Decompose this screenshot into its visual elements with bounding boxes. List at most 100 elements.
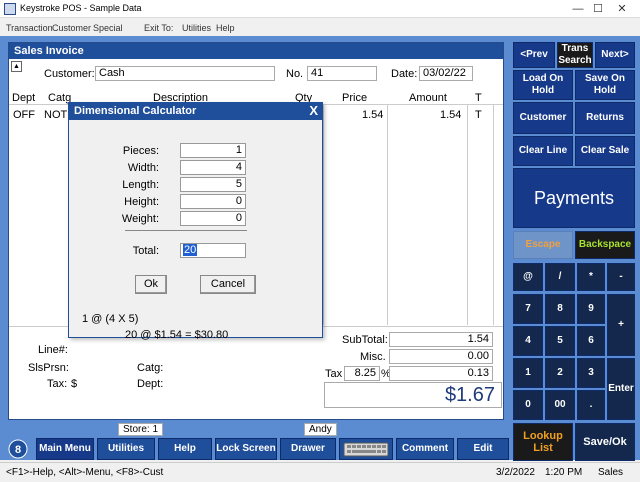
drawer-button[interactable]: Drawer (280, 438, 336, 460)
row-price: 1.54 (362, 109, 384, 121)
tax-rate-field[interactable]: 8.25 (344, 366, 380, 381)
key-divide[interactable]: / (545, 263, 575, 291)
key-minus[interactable]: - (607, 263, 635, 291)
menu-transaction[interactable]: Transaction (6, 23, 53, 33)
weight-field[interactable]: 0 (180, 211, 246, 226)
title-bar: Keystroke POS - Sample Data — ☐ ✕ (0, 0, 640, 18)
line-number-label: Line#: (38, 344, 68, 356)
save-on-hold-button[interactable]: Save On Hold (575, 70, 635, 100)
cancel-button[interactable]: Cancel (200, 275, 256, 294)
col-divider-1 (323, 105, 324, 325)
close-window-button[interactable]: ✕ (612, 1, 632, 17)
trans-search-button[interactable]: Trans Search (557, 42, 593, 68)
menu-utilities[interactable]: Utilities (182, 23, 211, 33)
dialog-separator (125, 230, 247, 231)
backspace-button[interactable]: Backspace (575, 231, 635, 259)
menu-help[interactable]: Help (216, 23, 235, 33)
key-enter[interactable]: Enter (607, 358, 635, 420)
window-title: Keystroke POS - Sample Data (20, 3, 142, 13)
pieces-field[interactable]: 1 (180, 143, 246, 158)
key-6[interactable]: 6 (577, 326, 605, 356)
col-amount: Amount (409, 92, 447, 104)
salesperson-label: SlsPrsn: (28, 362, 69, 374)
customer-label: Customer: (44, 68, 95, 80)
key-multiply[interactable]: * (577, 263, 605, 291)
col-divider-2 (387, 105, 388, 325)
payments-button[interactable]: Payments (513, 168, 635, 228)
col-t: T (475, 92, 482, 104)
key-5[interactable]: 5 (545, 326, 575, 356)
load-on-hold-button[interactable]: Load On Hold (513, 70, 573, 100)
status-date: 3/2/2022 (496, 467, 535, 478)
save-ok-button[interactable]: Save/Ok (575, 423, 635, 461)
formula-line-1: 1 @ (4 X 5) (82, 313, 139, 325)
tax-symbol: $ (71, 378, 78, 390)
invoice-number-field[interactable]: 41 (307, 66, 377, 81)
svg-text:8: 8 (15, 444, 21, 456)
comment-button[interactable]: Comment (396, 438, 454, 460)
main-menu-button[interactable]: Main Menu (36, 438, 94, 460)
key-4[interactable]: 4 (513, 326, 543, 356)
lookup-list-button[interactable]: Lookup List (513, 423, 573, 461)
dialog-title: Dimensional Calculator (69, 103, 322, 120)
app-logo-icon: 8 (6, 439, 30, 459)
clear-line-button[interactable]: Clear Line (513, 136, 573, 166)
returns-button[interactable]: Returns (575, 102, 635, 134)
date-field[interactable]: 03/02/22 (419, 66, 473, 81)
keyboard-icon[interactable] (339, 438, 393, 460)
weight-label: Weight: (121, 213, 159, 225)
height-field[interactable]: 0 (180, 194, 246, 209)
key-plus[interactable]: + (607, 294, 635, 356)
length-field[interactable]: 5 (180, 177, 246, 192)
width-field[interactable]: 4 (180, 160, 246, 175)
menu-special[interactable]: Special (93, 23, 123, 33)
total-value: 20 (183, 244, 198, 256)
dimensional-calculator-dialog: Dimensional Calculator X Pieces: 1 Width… (68, 102, 323, 341)
key-9[interactable]: 9 (577, 294, 605, 324)
row-amount: 1.54 (440, 109, 462, 121)
help-button[interactable]: Help (158, 438, 212, 460)
key-2[interactable]: 2 (545, 358, 575, 388)
minimize-button[interactable]: — (568, 1, 588, 17)
scrollbar-track[interactable] (493, 105, 494, 325)
maximize-button[interactable]: ☐ (588, 1, 608, 17)
total-field[interactable]: 20 (180, 243, 246, 258)
status-mode: Sales (598, 467, 624, 478)
edit-button[interactable]: Edit (457, 438, 509, 460)
store-label: Store: 1 (118, 423, 164, 436)
key-8[interactable]: 8 (545, 294, 575, 324)
key-0[interactable]: 0 (513, 390, 543, 420)
formula-line-2: 20 @ $1.54 = $30.80 (125, 329, 229, 341)
app-icon (4, 3, 16, 15)
dept-label: Dept: (137, 378, 164, 390)
status-bar: <F1>-Help, <Alt>-Menu, <F8>-Cust 3/2/202… (0, 462, 640, 482)
ok-button[interactable]: Ok (135, 275, 167, 294)
length-label: Length: (122, 179, 159, 191)
user-label: Andy (304, 423, 337, 436)
lock-screen-button[interactable]: Lock Screen (215, 438, 277, 460)
key-7[interactable]: 7 (513, 294, 543, 324)
next-button[interactable]: Next> (595, 42, 635, 68)
customer-field[interactable]: Cash (95, 66, 275, 81)
dialog-close-button[interactable]: X (309, 103, 318, 118)
col-price: Price (342, 92, 368, 104)
menu-customer[interactable]: Customer (52, 23, 91, 33)
customer-button[interactable]: Customer (513, 102, 573, 134)
menu-bar: Transaction Customer Special Exit To: Ut… (0, 20, 640, 36)
row-t: T (475, 109, 482, 121)
total-label: Total: (132, 245, 159, 257)
key-3[interactable]: 3 (577, 358, 605, 388)
utilities-button[interactable]: Utilities (97, 438, 155, 460)
scroll-up-button[interactable]: ▲ (11, 61, 22, 72)
invoice-title: Sales Invoice (9, 43, 503, 59)
date-label: Date: (391, 68, 418, 80)
key-1[interactable]: 1 (513, 358, 543, 388)
escape-button[interactable]: Escape (513, 231, 573, 259)
key-decimal[interactable]: . (577, 390, 605, 420)
clear-sale-button[interactable]: Clear Sale (575, 136, 635, 166)
key-00[interactable]: 00 (545, 390, 575, 420)
misc-field[interactable]: 0.00 (389, 349, 493, 364)
menu-exit-to[interactable]: Exit To: (144, 23, 173, 33)
key-at[interactable]: @ (513, 263, 543, 291)
prev-button[interactable]: <Prev (513, 42, 555, 68)
